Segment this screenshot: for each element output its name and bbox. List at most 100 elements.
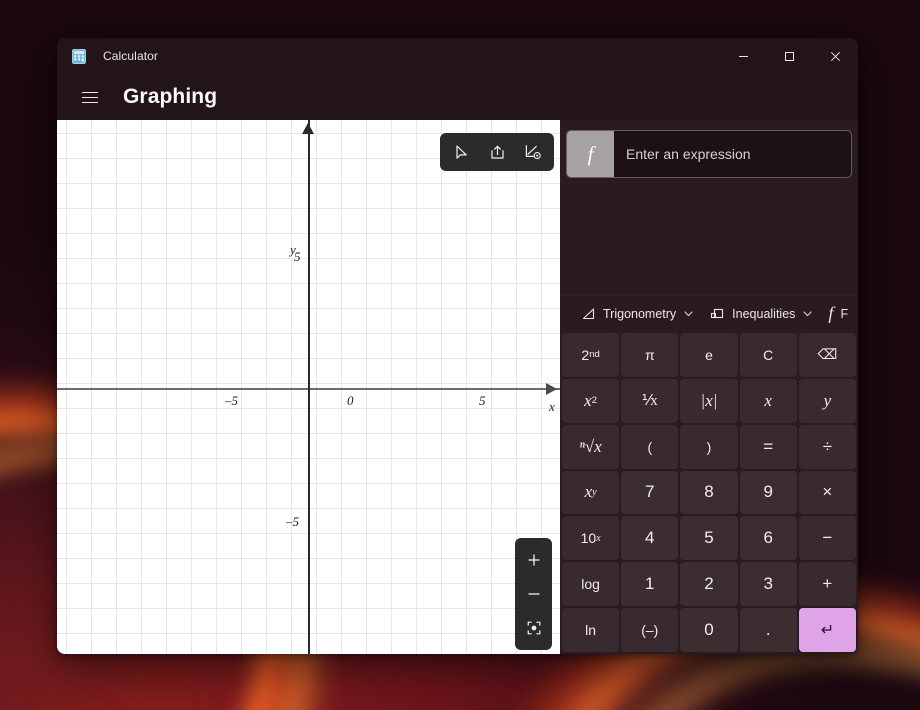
divide-key[interactable]: ÷ — [798, 424, 856, 469]
key-label: π — [644, 346, 655, 363]
key-superscript: y — [592, 486, 597, 498]
nine-key[interactable]: 9 — [739, 470, 797, 515]
equals-key[interactable]: = — [739, 424, 797, 469]
key-label: ⌫ — [817, 346, 838, 363]
share-icon[interactable] — [480, 137, 514, 167]
y-axis-arrow — [302, 123, 314, 134]
power-key[interactable]: xy — [562, 470, 620, 515]
one-key[interactable]: 1 — [621, 562, 679, 607]
expression-input[interactable] — [614, 131, 851, 177]
key-label: ÷ — [822, 436, 833, 456]
key-label: 0 — [704, 620, 714, 640]
key-label: |x| — [700, 390, 718, 410]
multiply-key[interactable]: × — [798, 470, 856, 515]
minimize-button[interactable] — [720, 38, 766, 74]
key-label: x — [584, 482, 593, 502]
reset-view-button[interactable] — [517, 611, 550, 645]
key-label: e — [705, 346, 713, 363]
decimal-key[interactable]: . — [739, 608, 797, 652]
tick-label-x-neg5: –5 — [225, 393, 238, 408]
three-key[interactable]: 3 — [739, 562, 797, 607]
zoom-in-button[interactable] — [517, 543, 550, 577]
key-label: x — [764, 390, 772, 410]
trigonometry-dropdown[interactable]: Trigonometry — [572, 299, 701, 329]
calculator-window: Calculator Graphing y x –5 0 5 5 –5 f En… — [57, 38, 858, 654]
function-f-icon: f — [828, 303, 834, 323]
x-axis-label: x — [549, 399, 555, 414]
two-key[interactable]: 2 — [680, 562, 738, 607]
open-paren-key[interactable]: ( — [621, 424, 679, 469]
key-label: log — [581, 576, 600, 593]
key-label: ↵ — [820, 622, 835, 640]
add-key[interactable]: + — [798, 562, 856, 607]
tick-label-y-neg5: –5 — [286, 514, 299, 529]
six-key[interactable]: 6 — [739, 516, 797, 561]
ln-key[interactable]: ln — [562, 608, 620, 652]
function-category-bar: Trigonometry Inequalities f F — [560, 295, 858, 331]
desktop: Calculator Graphing y x –5 0 5 5 –5 f En… — [0, 0, 920, 710]
tick-label-y-5: 5 — [294, 249, 301, 264]
chevron-down-icon — [803, 309, 812, 319]
x-axis-arrow — [546, 383, 557, 395]
enter-key[interactable]: ↵ — [798, 608, 856, 652]
maximize-button[interactable] — [766, 38, 812, 74]
triangle-icon — [580, 307, 596, 321]
clear-key[interactable]: C — [739, 333, 797, 377]
cursor-arrow-icon[interactable] — [444, 137, 478, 167]
window-controls — [720, 38, 858, 74]
zoom-out-button[interactable] — [517, 577, 550, 611]
title-bar[interactable]: Calculator — [57, 38, 858, 74]
close-paren-key[interactable]: ) — [680, 424, 738, 469]
key-superscript: nd — [589, 349, 600, 361]
key-label: 4 — [645, 528, 655, 548]
key-label: 8 — [704, 482, 714, 502]
subtract-key[interactable]: − — [798, 516, 856, 561]
graph-options-icon[interactable] — [516, 137, 550, 167]
functions-label: F — [840, 306, 849, 321]
backspace-key[interactable]: ⌫ — [798, 333, 856, 377]
pi-key[interactable]: π — [621, 333, 679, 377]
key-label: 2 — [581, 346, 590, 363]
key-label: (–) — [641, 622, 659, 639]
key-superscript: 2 — [591, 395, 598, 407]
euler-key[interactable]: e — [680, 333, 738, 377]
graph-canvas[interactable]: y x –5 0 5 5 –5 — [57, 120, 560, 654]
key-label: x — [584, 390, 592, 410]
tick-label-origin: 0 — [347, 393, 354, 408]
log-key[interactable]: log — [562, 562, 620, 607]
eight-key[interactable]: 8 — [680, 470, 738, 515]
functions-dropdown[interactable]: f F — [820, 299, 856, 329]
inequality-icon — [709, 307, 725, 321]
equation-panel: f Trigonometry — [560, 120, 858, 654]
square-key[interactable]: x2 — [562, 378, 620, 423]
negate-key[interactable]: (–) — [621, 608, 679, 652]
seven-key[interactable]: 7 — [621, 470, 679, 515]
equation-list: f — [560, 120, 858, 295]
hamburger-menu-icon[interactable] — [71, 80, 109, 114]
key-label: C — [763, 346, 774, 363]
variable-y-key[interactable]: y — [798, 378, 856, 423]
zero-key[interactable]: 0 — [680, 608, 738, 652]
key-label: ) — [706, 438, 712, 455]
expression-row[interactable]: f — [566, 130, 852, 178]
second-key[interactable]: 2nd — [562, 333, 620, 377]
key-label: ln — [585, 622, 597, 639]
five-key[interactable]: 5 — [680, 516, 738, 561]
key-label: − — [822, 528, 833, 548]
close-button[interactable] — [812, 38, 858, 74]
inequalities-dropdown[interactable]: Inequalities — [701, 299, 820, 329]
function-badge[interactable]: f — [567, 131, 614, 177]
reciprocal-key[interactable]: ⅟x — [621, 378, 679, 423]
variable-x-key[interactable]: x — [739, 378, 797, 423]
key-label: 3 — [763, 574, 773, 594]
key-label: 5 — [704, 528, 714, 548]
calculator-app-icon — [71, 48, 87, 64]
four-key[interactable]: 4 — [621, 516, 679, 561]
absolute-key[interactable]: |x| — [680, 378, 738, 423]
key-label: 6 — [763, 528, 773, 548]
ten-power-key[interactable]: 10 x — [562, 516, 620, 561]
key-label: y — [823, 390, 832, 410]
window-title: Calculator — [103, 49, 159, 63]
key-label: ⅟x — [641, 393, 658, 410]
nth-root-key[interactable]: ⁿ√x — [562, 424, 620, 469]
